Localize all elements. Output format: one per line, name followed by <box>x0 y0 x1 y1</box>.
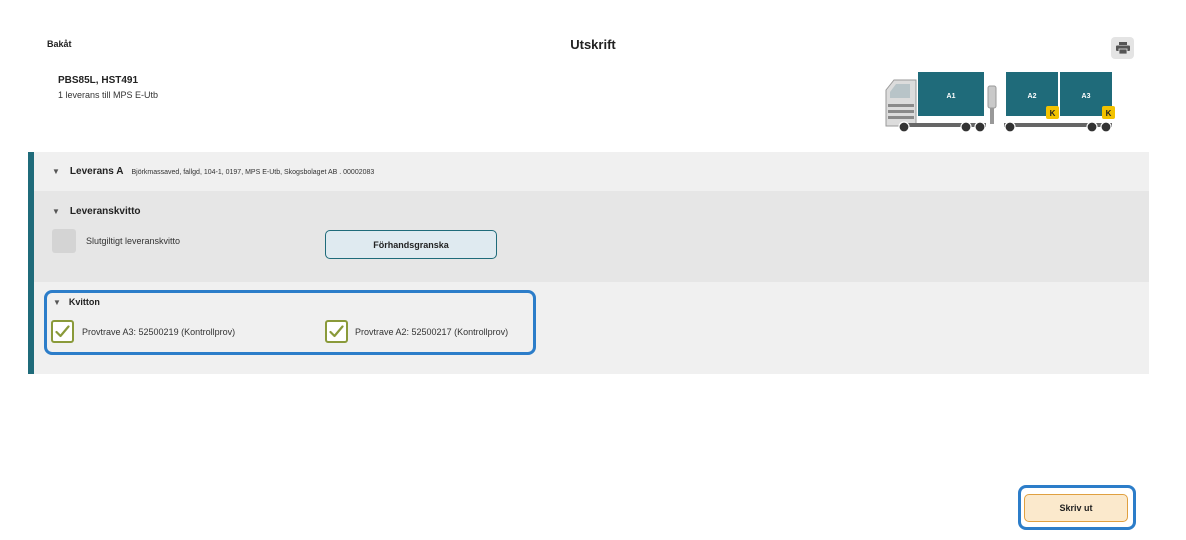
delivery-summary: 1 leverans till MPS E-Utb <box>58 90 159 100</box>
delivery-label: Leverans A <box>69 166 124 177</box>
print-submit-button[interactable]: Skriv ut <box>1024 494 1128 522</box>
delivery-details: Björkmassaved, fallgd, 104-1, 0197, MPS … <box>131 169 375 176</box>
kvitto-checkbox-a2[interactable] <box>325 320 348 343</box>
print-icon-button[interactable] <box>1111 37 1134 59</box>
kvitton-header[interactable]: ▼ Kvitton <box>53 297 100 307</box>
final-receipt-label: Slutgiltigt leveranskvitto <box>86 236 181 246</box>
page-title: Utskrift <box>570 37 616 52</box>
load-a1-label: A1 <box>947 93 956 100</box>
badge-a3-label: K <box>1106 109 1112 118</box>
printer-icon <box>1115 42 1130 54</box>
kvitto-checkbox-a3[interactable] <box>51 320 74 343</box>
delivery-a-header[interactable]: ▼ Leverans A Björkmassaved, fallgd, 104-… <box>52 166 374 177</box>
kvitto-label-a2: Provtrave A2: 52500217 (Kontrollprov) <box>355 327 509 337</box>
truck-cab-icon <box>885 79 917 127</box>
receipt-header[interactable]: ▼ Leveranskvitto <box>52 206 141 217</box>
kvitton-highlight <box>44 290 536 355</box>
collapse-triangle-icon: ▼ <box>52 167 60 176</box>
delivery-a-section: ▼ Leverans A Björkmassaved, fallgd, 104-… <box>34 152 1149 191</box>
load-a2-label: A2 <box>1028 93 1037 100</box>
receipt-section-label: Leveranskvitto <box>69 206 141 217</box>
badge-a2-label: K <box>1050 109 1056 118</box>
kvitto-label-a3: Provtrave A3: 52500219 (Kontrollprov) <box>82 327 236 337</box>
final-receipt-checkbox[interactable] <box>52 229 76 253</box>
collapse-triangle-icon: ▼ <box>53 298 61 307</box>
checkmark-icon <box>55 325 70 338</box>
kvitton-section-label: Kvitton <box>68 297 100 307</box>
vehicle-registration: PBS85L, HST491 <box>58 75 139 86</box>
receipt-section: ▼ Leveranskvitto Slutgiltigt leveranskvi… <box>34 191 1149 282</box>
collapse-triangle-icon: ▼ <box>52 207 60 216</box>
truck-illustration: A1 A2 A3 K K <box>885 72 1115 133</box>
preview-button[interactable]: Förhandsgranska <box>325 230 497 259</box>
checkmark-icon <box>329 325 344 338</box>
load-a3-label: A3 <box>1082 93 1091 100</box>
